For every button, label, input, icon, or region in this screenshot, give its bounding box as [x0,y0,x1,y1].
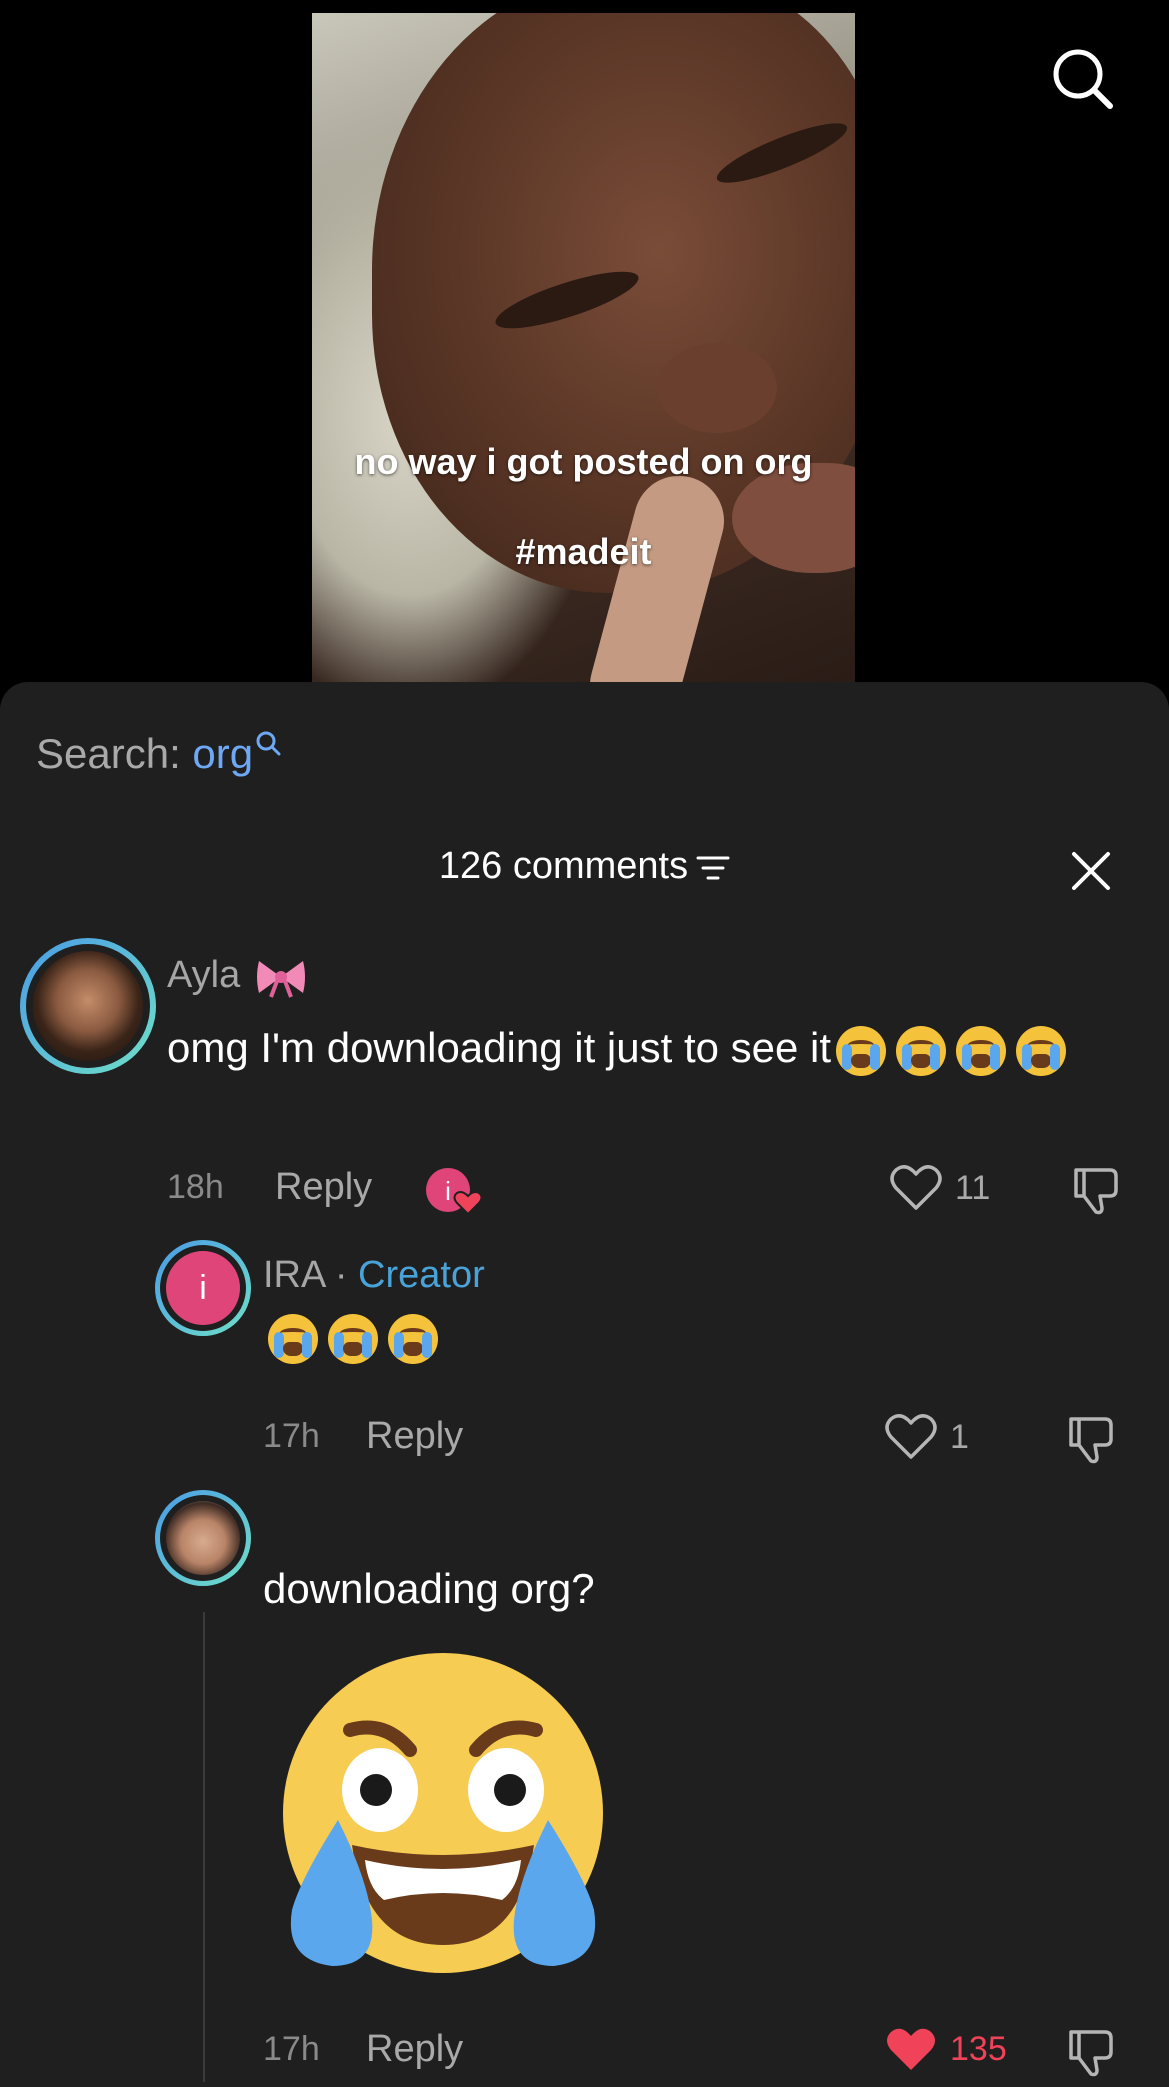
avatar-user[interactable] [155,1490,251,1586]
comment-text: omg I'm downloading it just to see it [167,1017,1127,1079]
dislike-icon[interactable] [1065,1413,1117,1465]
dislike-icon[interactable] [1070,1164,1122,1216]
video-caption-line-1: no way i got posted on org [354,441,813,482]
comment-text: downloading org? [263,1565,595,1612]
avatar-initial: i [166,1251,240,1325]
emoji-mouth [851,1053,872,1068]
comments-sheet: Search: org 126 comments Ayla omg I'm do… [0,682,1169,2087]
comments-count-header[interactable]: 126 comments [0,845,1169,888]
emoji-mouth [283,1341,303,1356]
author-name: IRA [263,1254,325,1296]
thread-line [203,1612,205,2082]
comment-author[interactable]: Ayla [167,954,307,999]
video-caption-hashtag: #madeit [515,531,652,572]
avatar-photo [166,1501,240,1575]
comment-time: 18h [167,1168,224,1206]
emoji-eyes [400,1327,426,1338]
like-heart-icon[interactable] [890,1164,942,1212]
emoji-mouth [911,1053,932,1068]
emoji-eyes [848,1039,875,1050]
comment-time: 17h [263,2030,320,2068]
emoji-eyes [280,1327,306,1338]
crying-face-emoji [268,1313,318,1364]
avatar-ira[interactable]: i [155,1240,251,1336]
like-count: 11 [955,1169,991,1207]
comment-author[interactable]: IRA · Creator [263,1254,485,1297]
crying-face-emoji [896,1025,947,1076]
search-label: Search: [36,730,181,777]
dislike-icon[interactable] [1065,2026,1117,2078]
reply-button[interactable]: Reply [366,2028,463,2071]
crying-face-emoji [388,1313,438,1364]
emoji-eyes [968,1039,995,1050]
crying-face-emoji [956,1025,1007,1076]
like-count: 1 [950,1418,969,1456]
author-name: Ayla [167,954,241,996]
emoji-mouth [971,1053,992,1068]
video-preview[interactable]: no way i got posted on org #madeit [312,13,855,683]
search-term[interactable]: org [192,730,253,777]
laughing-crying-face-sticker [280,1650,606,1976]
sort-filter-icon[interactable] [696,854,730,882]
emoji-mouth [1031,1053,1052,1068]
crying-face-emoji [1016,1025,1067,1076]
search-icon[interactable] [1050,46,1114,110]
emoji-eyes [340,1327,366,1338]
creator-badge: Creator [358,1254,485,1296]
search-suggestion[interactable]: Search: org [36,730,281,778]
comment-text-content: omg I'm downloading it just to see it [167,1024,832,1071]
emoji-eyes [1028,1039,1055,1050]
comment-text [263,1312,443,1364]
like-count: 135 [950,2030,1007,2068]
avatar-photo [33,951,143,1061]
bow-icon [256,960,305,998]
comments-count: 126 comments [438,845,689,887]
search-small-icon [256,731,281,756]
reply-button[interactable]: Reply [275,1166,372,1209]
comment-time: 17h [263,1417,320,1455]
name-separator: · [334,1254,348,1296]
crying-face-emoji [836,1025,887,1076]
like-heart-icon[interactable] [885,1413,937,1461]
close-icon[interactable] [1066,846,1116,896]
video-detail [657,343,777,433]
liked-heart-icon[interactable] [885,2026,937,2074]
crying-face-emoji [328,1313,378,1364]
emoji-mouth [403,1341,423,1356]
avatar-ayla[interactable] [20,938,156,1074]
emoji-mouth [343,1341,363,1356]
reply-button[interactable]: Reply [366,1415,463,1458]
creator-liked-badge: i [424,1164,484,1218]
emoji-eyes [908,1039,935,1050]
svg-text:i: i [445,1176,451,1206]
